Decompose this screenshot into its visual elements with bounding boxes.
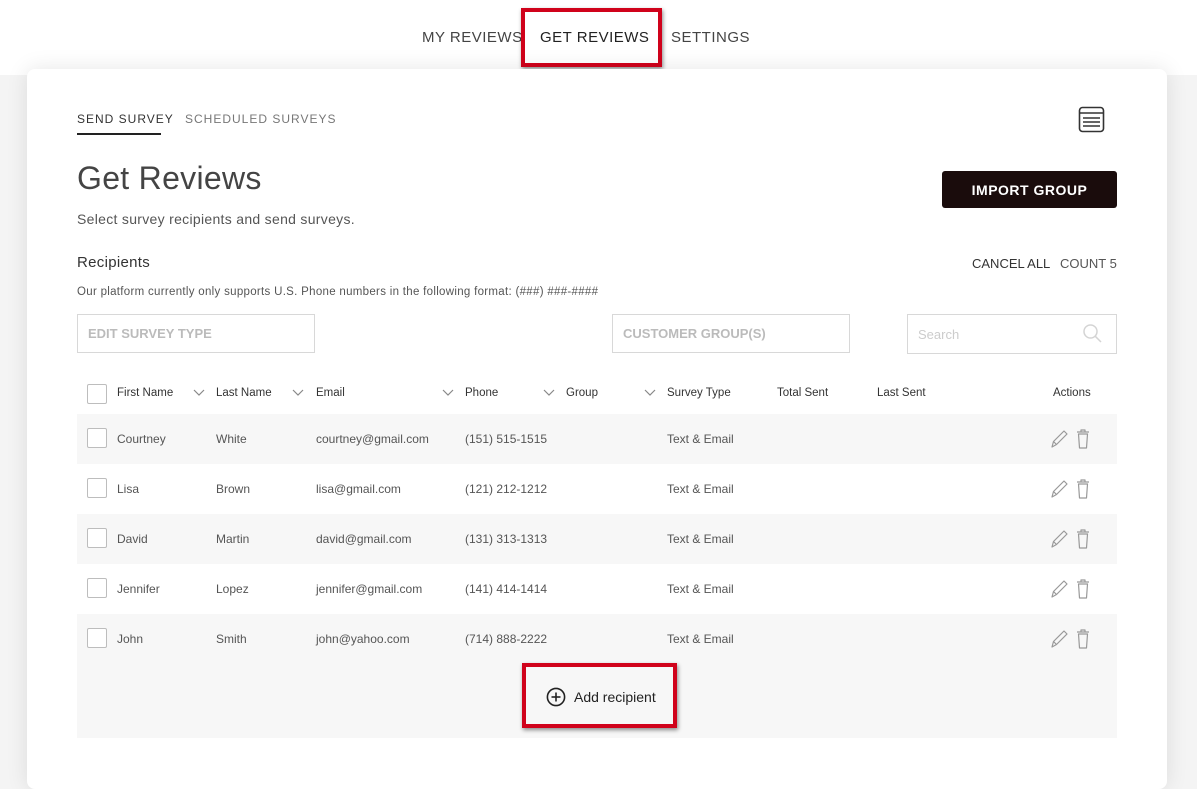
last-name-cell: Smith xyxy=(216,632,247,646)
trash-delete-icon[interactable] xyxy=(1073,578,1093,600)
column-actions: Actions xyxy=(1053,387,1091,399)
survey-type-cell: Text & Email xyxy=(667,532,734,546)
survey-type-cell: Text & Email xyxy=(667,582,734,596)
column-last-name[interactable]: Last Name xyxy=(216,387,272,399)
first-name-cell: David xyxy=(117,532,148,546)
last-name-cell: Martin xyxy=(216,532,250,546)
trash-delete-icon[interactable] xyxy=(1073,628,1093,650)
phone-cell: (141) 414-1414 xyxy=(465,582,548,596)
email-cell: john@yahoo.com xyxy=(316,632,410,646)
column-phone[interactable]: Phone xyxy=(465,387,498,399)
first-name-cell: John xyxy=(117,632,144,646)
survey-type-cell: Text & Email xyxy=(667,482,734,496)
pencil-edit-icon[interactable] xyxy=(1049,528,1069,550)
column-total-sent: Total Sent xyxy=(777,387,829,399)
pencil-edit-icon[interactable] xyxy=(1049,428,1069,450)
chevron-down-icon[interactable] xyxy=(543,389,555,397)
chevron-down-icon[interactable] xyxy=(193,389,205,397)
pencil-edit-icon[interactable] xyxy=(1049,478,1069,500)
trash-delete-icon[interactable] xyxy=(1073,478,1093,500)
last-name-cell: White xyxy=(216,432,247,446)
recipients-label: Recipients xyxy=(77,254,151,271)
phone-cell: (151) 515-1515 xyxy=(465,432,548,446)
survey-type-input[interactable] xyxy=(77,314,315,353)
page-title: Get Reviews xyxy=(77,160,262,196)
table-row: John Smith john@yahoo.com (714) 888-2222… xyxy=(77,614,1117,664)
email-cell: lisa@gmail.com xyxy=(316,482,401,496)
recipient-count: COUNT 5 xyxy=(1060,256,1117,271)
first-name-cell: Jennifer xyxy=(117,582,160,596)
search-icon[interactable] xyxy=(1082,323,1102,343)
chevron-down-icon[interactable] xyxy=(292,389,304,397)
trash-delete-icon[interactable] xyxy=(1073,428,1093,450)
tab-my-reviews[interactable]: MY REVIEWS xyxy=(422,28,523,48)
pencil-edit-icon[interactable] xyxy=(1049,628,1069,650)
row-checkbox[interactable] xyxy=(87,428,107,448)
email-cell: jennifer@gmail.com xyxy=(316,582,423,596)
last-name-cell: Brown xyxy=(216,482,251,496)
customer-group-input[interactable] xyxy=(612,314,850,353)
browser-window-icon[interactable] xyxy=(1078,106,1105,133)
email-cell: courtney@gmail.com xyxy=(316,432,429,446)
table-header: First Name Last Name Email Phone Group S… xyxy=(77,374,1117,414)
table-row: Courtney White courtney@gmail.com (151) … xyxy=(77,414,1117,464)
phone-cell: (131) 313-1313 xyxy=(465,532,548,546)
table-row: Jennifer Lopez jennifer@gmail.com (141) … xyxy=(77,564,1117,614)
row-checkbox[interactable] xyxy=(87,528,107,548)
first-name-cell: Courtney xyxy=(117,432,166,446)
email-cell: david@gmail.com xyxy=(316,532,412,546)
row-checkbox[interactable] xyxy=(87,478,107,498)
phone-format-note: Our platform currently only supports U.S… xyxy=(77,286,599,298)
last-name-cell: Lopez xyxy=(216,582,249,596)
column-email[interactable]: Email xyxy=(316,387,345,399)
chevron-down-icon[interactable] xyxy=(442,389,454,397)
highlight-box-add-recipient xyxy=(522,663,677,728)
survey-type-cell: Text & Email xyxy=(667,632,734,646)
select-all-checkbox[interactable] xyxy=(87,384,107,404)
column-survey-type: Survey Type xyxy=(667,387,731,399)
tab-settings[interactable]: SETTINGS xyxy=(671,28,750,48)
column-group[interactable]: Group xyxy=(566,387,598,399)
phone-cell: (714) 888-2222 xyxy=(465,632,548,646)
survey-type-cell: Text & Email xyxy=(667,432,734,446)
highlight-box-get-reviews xyxy=(521,8,662,67)
table-row: David Martin david@gmail.com (131) 313-1… xyxy=(77,514,1117,564)
table-row: Lisa Brown lisa@gmail.com (121) 212-1212… xyxy=(77,464,1117,514)
chevron-down-icon[interactable] xyxy=(644,389,656,397)
column-first-name[interactable]: First Name xyxy=(117,387,173,399)
active-tab-underline xyxy=(77,133,161,135)
row-checkbox[interactable] xyxy=(87,628,107,648)
tab-send-survey[interactable]: SEND SURVEY xyxy=(77,112,174,126)
pencil-edit-icon[interactable] xyxy=(1049,578,1069,600)
trash-delete-icon[interactable] xyxy=(1073,528,1093,550)
column-last-sent: Last Sent xyxy=(877,387,926,399)
page-subtitle: Select survey recipients and send survey… xyxy=(77,211,355,227)
first-name-cell: Lisa xyxy=(117,482,140,496)
cancel-all-link[interactable]: CANCEL ALL xyxy=(972,256,1050,271)
phone-cell: (121) 212-1212 xyxy=(465,482,548,496)
tab-scheduled-surveys[interactable]: SCHEDULED SURVEYS xyxy=(185,112,336,126)
import-group-button[interactable]: IMPORT GROUP xyxy=(942,171,1117,208)
row-checkbox[interactable] xyxy=(87,578,107,598)
